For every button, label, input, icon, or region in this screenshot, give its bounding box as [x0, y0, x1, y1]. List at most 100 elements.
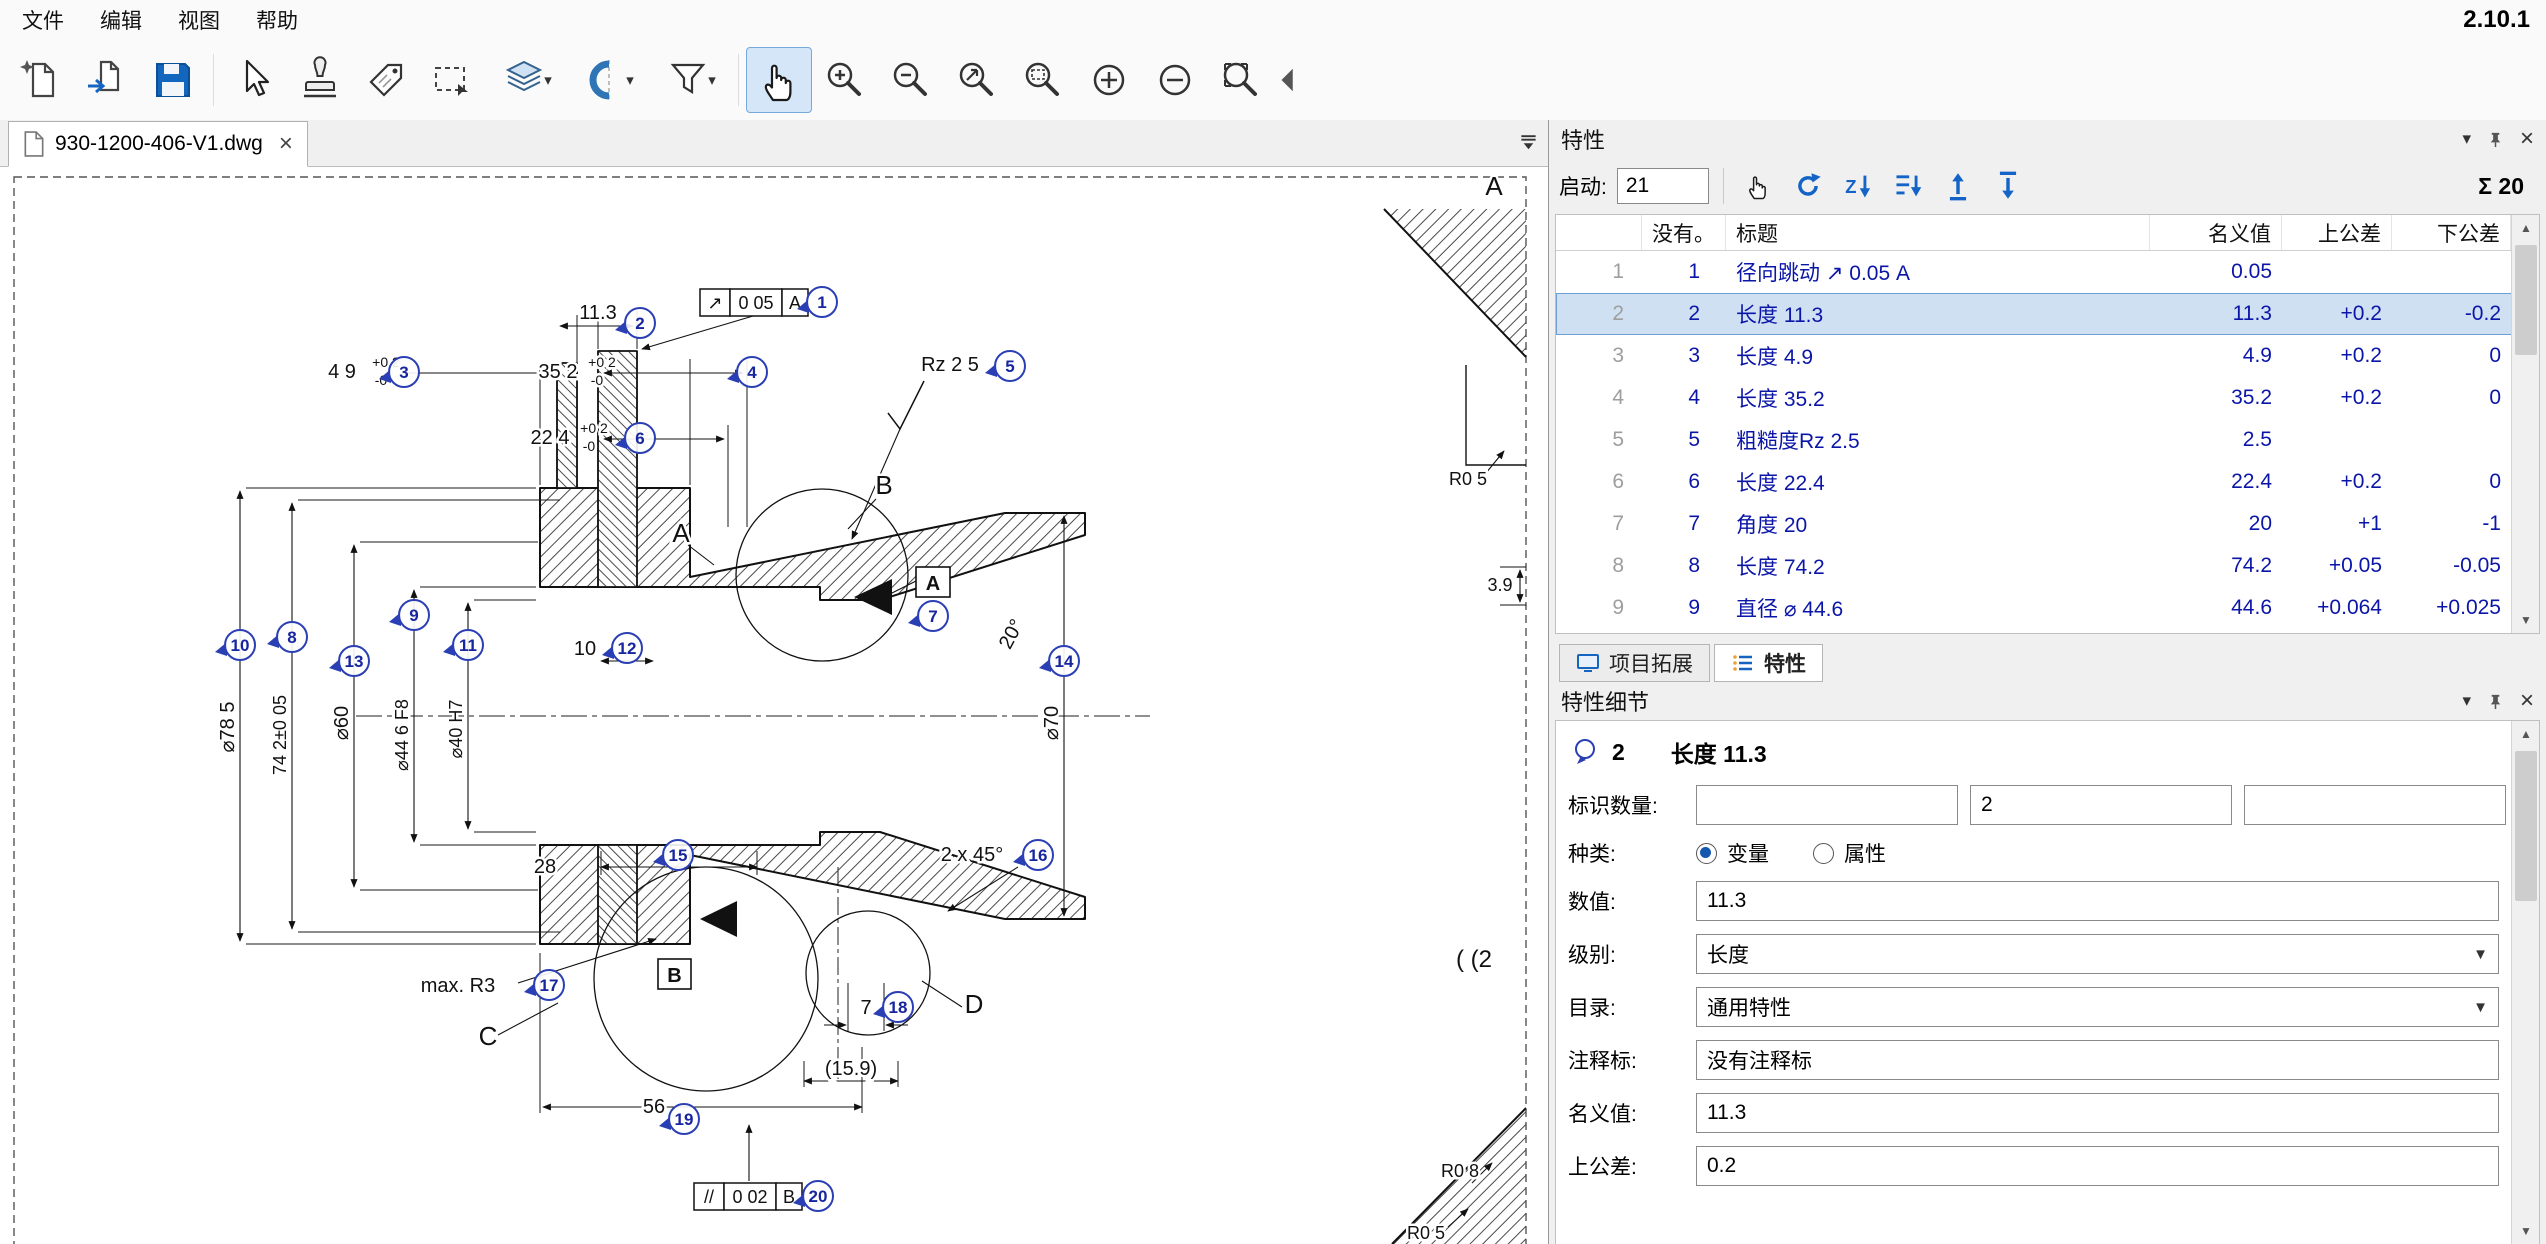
decrease-button[interactable]	[1142, 47, 1208, 113]
menu-item-2[interactable]: 编辑	[82, 5, 160, 35]
column-header-4[interactable]: 上公差	[2282, 215, 2392, 250]
balloon-11[interactable]: 11	[443, 630, 483, 660]
pin-icon[interactable]	[2487, 693, 2504, 710]
id-count-input-1[interactable]	[1696, 785, 1958, 825]
menu-item-3[interactable]: 视图	[160, 5, 238, 35]
panel-menu-chevron-icon[interactable]: ▾	[2462, 691, 2471, 711]
open-document-button[interactable]	[74, 47, 140, 113]
scroll-up-icon[interactable]: ▲	[2512, 215, 2540, 241]
menu-item-1[interactable]: 文件	[4, 5, 82, 35]
table-row[interactable]: 77角度 2020+1-1	[1556, 503, 2539, 545]
cell-no: 6	[1642, 470, 1726, 494]
numbering-list-button[interactable]	[1888, 166, 1928, 206]
balloon-10[interactable]: 10	[215, 630, 255, 660]
scroll-up-icon[interactable]: ▲	[2512, 721, 2540, 747]
move-up-button[interactable]	[1938, 166, 1978, 206]
balloon-4[interactable]: 4	[727, 357, 767, 387]
pan-hand-button[interactable]	[746, 47, 812, 113]
table-row[interactable]: 55粗糙度Rz 2.52.5	[1556, 419, 2539, 461]
filter-button[interactable]: ▾	[649, 47, 731, 113]
column-header-5[interactable]: 下公差	[2392, 215, 2511, 250]
table-row[interactable]: 22长度 11.311.3+0.2-0.2	[1556, 293, 2539, 335]
zoom-out-button[interactable]	[878, 47, 944, 113]
radio-option[interactable]: 变量	[1696, 838, 1769, 868]
sort-button[interactable]: Z	[1838, 166, 1878, 206]
panel-close-icon[interactable]: ×	[2520, 125, 2534, 153]
marquee-select-button[interactable]	[419, 47, 485, 113]
tab-project-extension[interactable]: 项目拓展	[1559, 644, 1710, 682]
table-row[interactable]: 33长度 4.94.9+0.20	[1556, 335, 2539, 377]
renumber-button[interactable]	[1788, 166, 1828, 206]
tab-characteristics[interactable]: 特性	[1714, 644, 1823, 682]
field-input[interactable]	[1696, 1146, 2499, 1186]
scroll-down-icon[interactable]: ▼	[2512, 607, 2540, 633]
balloon-14[interactable]: 14	[1039, 646, 1079, 676]
balloon-17[interactable]: 17	[524, 970, 564, 1000]
balloon-12[interactable]: 12	[602, 633, 642, 663]
stamp-button[interactable]	[287, 47, 353, 113]
tab-list-button[interactable]	[1519, 132, 1538, 156]
table-row[interactable]: 44长度 35.235.2+0.20	[1556, 377, 2539, 419]
balloon-13[interactable]: 13	[329, 646, 369, 676]
tab-close-icon[interactable]: ×	[279, 132, 293, 156]
increase-button[interactable]	[1076, 47, 1142, 113]
scroll-down-icon[interactable]: ▼	[2512, 1218, 2540, 1244]
chevron-down-icon[interactable]: ▾	[544, 71, 552, 89]
field-input[interactable]	[1696, 881, 2499, 921]
panel-close-icon[interactable]: ×	[2520, 687, 2534, 715]
tag-button[interactable]	[353, 47, 419, 113]
drawing-canvas[interactable]: ↗0 05A//0 02B AB 11.34 9+0 2-035 2+0 2-0…	[0, 167, 1548, 1244]
id-count-input-3[interactable]	[2244, 785, 2506, 825]
pick-hand-button[interactable]	[1738, 166, 1778, 206]
id-count-input-2[interactable]	[1970, 785, 2232, 825]
column-header-2[interactable]: 标题	[1726, 215, 2150, 250]
document-tab[interactable]: 930-1200-406-V1.dwg ×	[8, 121, 308, 167]
select-field[interactable]: 通用特性▼	[1696, 987, 2499, 1027]
zoom-selection-button[interactable]	[1208, 47, 1274, 113]
pin-icon[interactable]	[2487, 131, 2504, 148]
start-input[interactable]	[1617, 168, 1709, 204]
save-button[interactable]	[140, 47, 206, 113]
table-row[interactable]: 88长度 74.274.2+0.05-0.05	[1556, 545, 2539, 587]
balloon-7[interactable]: 7	[908, 601, 948, 631]
menu-item-4[interactable]: 帮助	[238, 5, 316, 35]
radio-checked[interactable]	[1696, 843, 1717, 864]
balloon-8[interactable]: 8	[267, 622, 307, 652]
new-document-button[interactable]	[8, 47, 74, 113]
field-label: 种类:	[1568, 838, 1696, 868]
field-input[interactable]	[1696, 1093, 2499, 1133]
cell-up: +0.064	[2282, 596, 2392, 620]
table-row[interactable]: 66长度 22.422.4+0.20	[1556, 461, 2539, 503]
layers-button[interactable]: ▾	[485, 47, 567, 113]
chevron-down-icon[interactable]: ▾	[708, 71, 716, 89]
balloon-2[interactable]: 2	[615, 308, 655, 338]
select-cursor-button[interactable]	[221, 47, 287, 113]
details-scrollbar[interactable]: ▲ ▼	[2511, 721, 2539, 1244]
table-row[interactable]: 11径向跳动 ↗ 0.05 A0.05	[1556, 251, 2539, 293]
column-header-1[interactable]: 没有。	[1642, 215, 1726, 250]
table-scrollbar[interactable]: ▲ ▼	[2511, 215, 2539, 633]
scroll-thumb[interactable]	[2515, 751, 2537, 901]
tab-label: 项目拓展	[1609, 648, 1693, 678]
move-down-button[interactable]	[1988, 166, 2028, 206]
chevron-down-icon[interactable]: ▾	[626, 71, 634, 89]
balloon-5[interactable]: 5	[985, 351, 1025, 381]
column-header-3[interactable]: 名义值	[2150, 215, 2282, 250]
zoom-window-button[interactable]	[1010, 47, 1076, 113]
balloon-18[interactable]: 18	[873, 992, 913, 1022]
arc-tool-button[interactable]: ▾	[567, 47, 649, 113]
scroll-thumb[interactable]	[2515, 245, 2537, 355]
field-input[interactable]	[1696, 1040, 2499, 1080]
cell-up: +0.2	[2282, 470, 2392, 494]
balloon-16[interactable]: 16	[1013, 840, 1053, 870]
collapse-toolbar-button[interactable]	[1274, 47, 1304, 113]
select-field[interactable]: 长度▼	[1696, 934, 2499, 974]
cell-no: 8	[1642, 554, 1726, 578]
panel-menu-chevron-icon[interactable]: ▾	[2462, 129, 2471, 149]
balloon-9[interactable]: 9	[389, 600, 429, 630]
radio-option[interactable]: 属性	[1813, 838, 1886, 868]
zoom-in-button[interactable]	[812, 47, 878, 113]
radio-unchecked[interactable]	[1813, 843, 1834, 864]
zoom-extents-button[interactable]	[944, 47, 1010, 113]
table-row[interactable]: 99直径 ⌀ 44.644.6+0.064+0.025	[1556, 587, 2539, 629]
